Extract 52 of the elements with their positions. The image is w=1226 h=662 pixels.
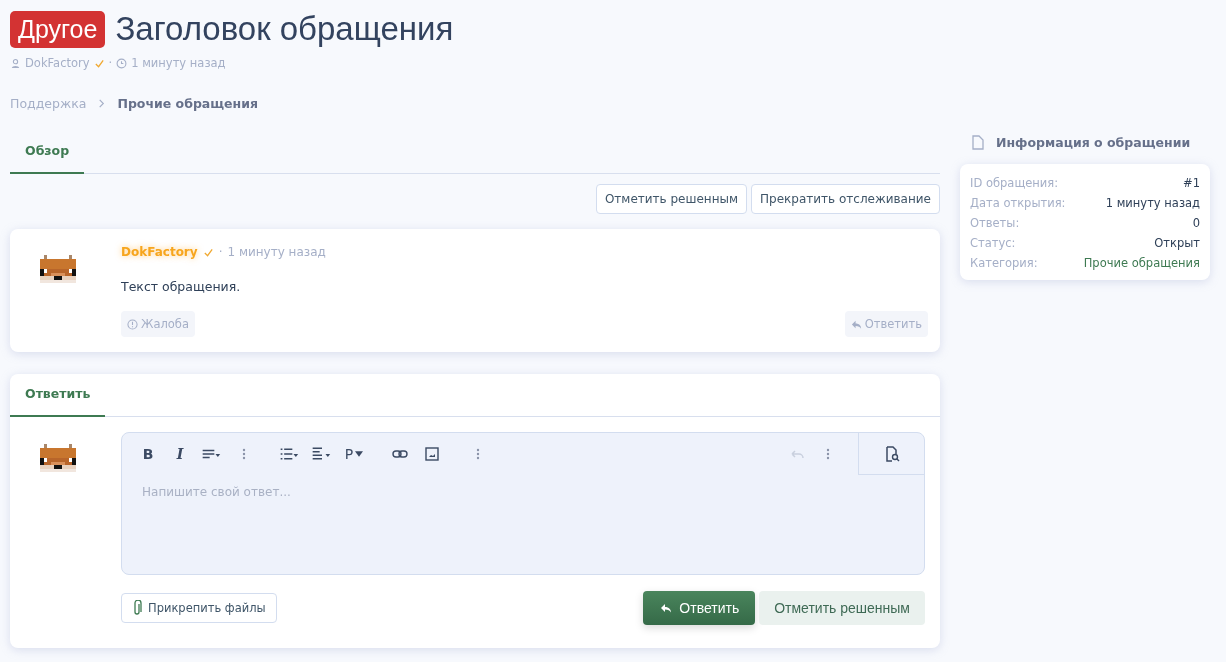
document-icon: [972, 135, 984, 150]
category-badge: Другое: [10, 10, 106, 48]
clock-icon: [116, 57, 128, 69]
info-value: 0: [1192, 216, 1200, 230]
chevron-icon: [98, 99, 106, 108]
info-label: ID обращения:: [970, 176, 1059, 190]
attach-files-button[interactable]: Прикрепить файлы: [121, 593, 277, 623]
overview-tab[interactable]: Обзор: [10, 131, 85, 174]
check-icon: [93, 57, 105, 69]
align-icon: [202, 447, 222, 461]
bold-button[interactable]: B: [132, 439, 164, 469]
reply-icon: [659, 602, 674, 614]
user-icon: [10, 57, 21, 69]
warning-icon: [127, 318, 138, 330]
category-link[interactable]: Прочие обращения: [1083, 256, 1200, 270]
list-icon: [280, 447, 300, 461]
post-time: 1 минуту назад: [131, 56, 226, 70]
meta-separator: ·: [218, 245, 223, 259]
align-icon: [312, 447, 332, 461]
reply-editor[interactable]: B I P Напишите свой ответ...: [121, 432, 925, 575]
info-label: Ответы:: [970, 216, 1020, 230]
paperclip-icon: [132, 600, 142, 616]
page-title: Заголовок обращения: [115, 10, 454, 48]
info-value: Открыт: [1154, 236, 1200, 250]
more-icon: [826, 447, 830, 461]
preview-button[interactable]: [858, 433, 924, 475]
link-icon: [392, 447, 408, 461]
info-title: Информация о обращении: [996, 135, 1191, 150]
submit-reply-button[interactable]: Ответить: [643, 591, 756, 625]
info-value: #1: [1183, 176, 1200, 190]
info-label: Категория:: [970, 256, 1038, 270]
more-icon: [476, 447, 480, 461]
check-icon: [202, 246, 214, 258]
reply-icon: [850, 318, 862, 330]
info-label: Статус:: [970, 236, 1016, 250]
image-icon: [425, 447, 439, 461]
paragraph-dropdown[interactable]: P: [338, 439, 370, 469]
reply-tab[interactable]: Ответить: [10, 374, 106, 417]
preview-icon: [883, 445, 900, 462]
action-button[interactable]: Прекратить отслеживание: [751, 184, 940, 214]
meta-separator: ·: [108, 56, 113, 70]
info-label: Дата открытия:: [970, 196, 1066, 210]
more-icon: [242, 447, 246, 461]
mark-resolved-button[interactable]: Отметить решенным: [759, 591, 925, 625]
italic-button[interactable]: I: [164, 439, 196, 469]
undo-icon: [788, 447, 804, 461]
post-text: Текст обращения.: [121, 279, 242, 294]
caret-icon: [355, 451, 364, 457]
action-button[interactable]: Отметить решенным: [595, 184, 748, 214]
info-value: 1 минуту назад: [1105, 196, 1200, 210]
post-time: 1 минуту назад: [227, 245, 326, 259]
breadcrumb-link[interactable]: Прочие обращения: [117, 96, 259, 111]
